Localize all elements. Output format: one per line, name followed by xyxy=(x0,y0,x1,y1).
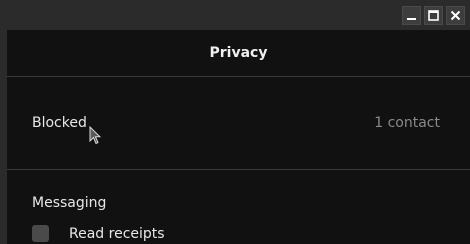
maximize-icon xyxy=(428,10,439,21)
read-receipts-option[interactable]: Read receipts xyxy=(32,225,165,242)
read-receipts-label: Read receipts xyxy=(69,225,165,242)
blocked-count: 1 contact xyxy=(374,115,440,131)
app-window: Privacy Blocked 1 contact Messaging Read… xyxy=(0,0,470,244)
window-titlebar xyxy=(0,0,470,30)
minimize-button[interactable] xyxy=(402,6,421,25)
window-controls xyxy=(402,6,465,25)
close-icon xyxy=(450,10,461,21)
minimize-icon xyxy=(406,10,417,21)
page-title: Privacy xyxy=(209,45,268,61)
messaging-section-label: Messaging xyxy=(32,195,107,211)
blocked-row[interactable]: Blocked 1 contact xyxy=(7,77,470,170)
close-button[interactable] xyxy=(446,6,465,25)
panel-header: Privacy xyxy=(7,30,470,77)
read-receipts-checkbox[interactable] xyxy=(32,225,49,242)
blocked-label: Blocked xyxy=(32,115,87,131)
maximize-button[interactable] xyxy=(424,6,443,25)
privacy-panel: Privacy Blocked 1 contact Messaging Read… xyxy=(7,30,470,244)
